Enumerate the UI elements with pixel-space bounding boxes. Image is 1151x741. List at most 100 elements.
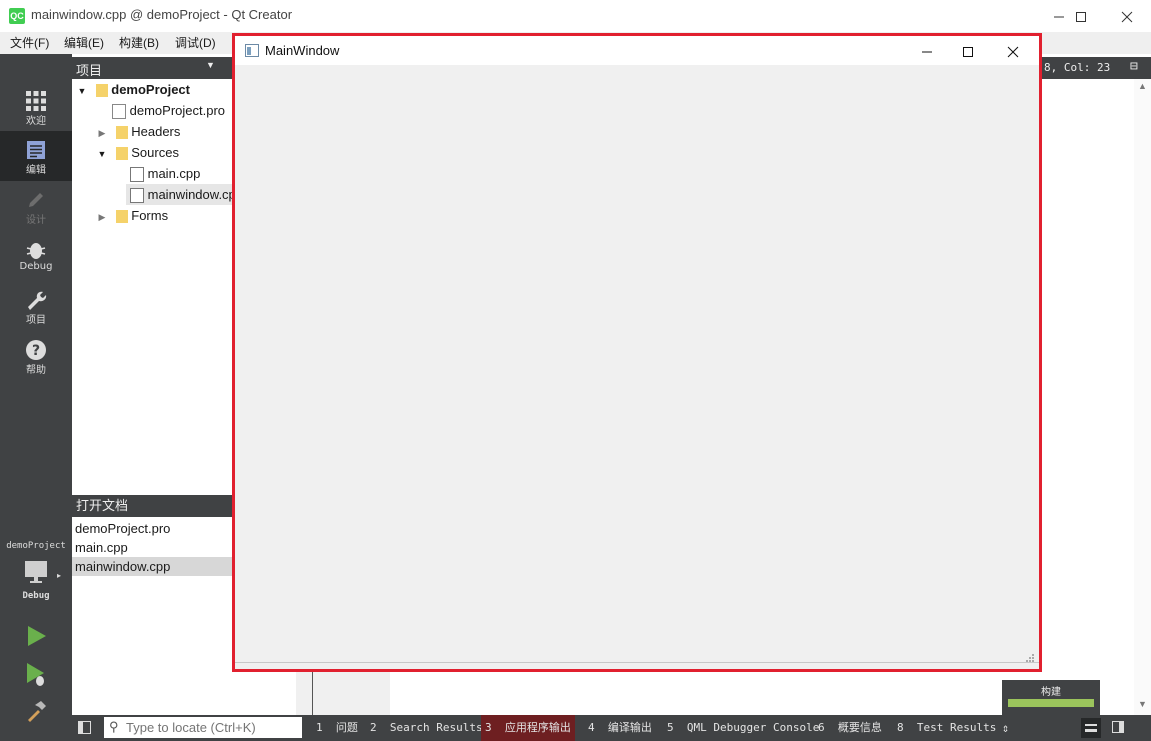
grid-icon	[26, 91, 46, 111]
build-progress: 构建	[1002, 680, 1100, 715]
pencil-icon	[29, 193, 43, 207]
view-dropdown-icon[interactable]: ▼	[206, 60, 215, 70]
tree-item-label: demoProject	[111, 82, 190, 97]
tree-item-sources[interactable]: ▼ Sources	[92, 142, 179, 163]
tab-search-results[interactable]: 2 Search Results	[370, 715, 483, 741]
open-documents-header: 打开文档	[72, 495, 232, 517]
close-icon	[1007, 46, 1019, 57]
tab-general-messages[interactable]: 6 概要信息	[818, 715, 882, 741]
maximize-button[interactable]	[1058, 0, 1104, 32]
toggle-sidebar-icon[interactable]	[78, 721, 91, 734]
open-documents-title: 打开文档	[76, 498, 129, 513]
edit-doc-icon	[27, 141, 45, 159]
bug-icon	[26, 243, 46, 259]
project-folder-icon	[95, 84, 108, 98]
run-icon	[28, 626, 46, 646]
tree-item-forms[interactable]: ▶ Forms	[92, 205, 168, 226]
editor-bottom-area	[296, 665, 390, 715]
menu-edit[interactable]: 编辑(E)	[64, 32, 104, 54]
cursor-position: 8, Col: 23	[1044, 61, 1111, 74]
tree-item-label: Headers	[131, 124, 181, 139]
scroll-down-icon[interactable]: ▼	[1138, 699, 1147, 709]
kit-config: Debug	[22, 591, 50, 601]
scroll-up-icon[interactable]: ▲	[1138, 81, 1147, 91]
open-doc-item[interactable]: main.cpp	[72, 538, 232, 557]
kit-project-name: demoProject	[6, 541, 66, 551]
main-window-close-button[interactable]	[990, 36, 1036, 65]
close-button[interactable]	[1104, 0, 1150, 32]
mode-label: 项目	[26, 315, 46, 326]
tree-item-label: Sources	[131, 145, 179, 160]
more-tabs-icon[interactable]: ⇕	[1002, 715, 1009, 741]
mode-label: 帮助	[26, 365, 46, 376]
mode-label: 设计	[26, 215, 46, 226]
hammer-icon	[28, 701, 46, 722]
mode-help[interactable]: ? 帮助	[0, 331, 72, 381]
progress-details-button[interactable]	[1081, 718, 1101, 738]
editor-toolbar: 8, Col: 23 ⊟	[1038, 57, 1151, 79]
locator-input[interactable]	[126, 718, 298, 736]
window-title: mainwindow.cpp @ demoProject - Qt Creato…	[31, 7, 293, 22]
tree-item-main-cpp[interactable]: main.cpp	[130, 163, 200, 184]
kit-selector[interactable]: ▸ Debug	[0, 555, 72, 605]
toggle-right-sidebar-icon[interactable]	[1112, 721, 1124, 733]
debug-run-icon	[27, 663, 44, 686]
open-doc-item[interactable]: mainwindow.cpp	[72, 557, 232, 576]
tab-application-output[interactable]: 3 应用程序输出	[481, 715, 575, 741]
project-panel-header: 项目 ▼	[72, 57, 232, 79]
editor-scrollbar[interactable]: ▲ ▼	[1134, 79, 1151, 715]
size-grip-icon[interactable]	[1025, 653, 1035, 663]
forms-folder-icon	[115, 210, 128, 224]
main-window-maximize-button[interactable]	[945, 36, 991, 65]
tab-qml-debugger-console[interactable]: 5 QML Debugger Console	[667, 715, 819, 741]
split-icon[interactable]: ⊟	[1130, 59, 1138, 74]
mode-edit[interactable]: 编辑	[0, 131, 72, 181]
main-window-minimize-button[interactable]	[904, 36, 950, 65]
locator[interactable]: ⚲	[104, 717, 302, 738]
open-documents-list: demoProject.pro main.cpp mainwindow.cpp	[72, 517, 232, 715]
tree-item-demoproject[interactable]: ▼ demoProject	[72, 79, 190, 100]
tab-test-results[interactable]: 8 Test Results	[897, 715, 996, 741]
qt-creator-logo-icon: QC	[9, 8, 25, 24]
maximize-icon	[963, 46, 973, 57]
main-window-statusbar-line	[235, 662, 1039, 663]
search-icon: ⚲	[109, 719, 119, 734]
tab-compile-output[interactable]: 4 编译输出	[588, 715, 652, 741]
main-window: MainWindow	[232, 33, 1042, 672]
maximize-icon	[1076, 12, 1086, 23]
tree-item-pro-file[interactable]: demoProject.pro	[112, 100, 225, 121]
close-icon	[1121, 11, 1133, 23]
menu-file[interactable]: 文件(F)	[10, 32, 49, 54]
menu-debug[interactable]: 调试(D)	[175, 32, 216, 54]
collapse-icon[interactable]: ▼	[92, 144, 112, 165]
tree-item-label: Forms	[131, 208, 169, 223]
svg-text:?: ?	[32, 343, 40, 359]
build-progress-track	[1008, 699, 1094, 707]
collapse-icon[interactable]: ▼	[72, 81, 92, 102]
project-tree: ▼ demoProject demoProject.pro ▶ Headers …	[72, 79, 243, 494]
tree-item-label: main.cpp	[147, 166, 201, 181]
mode-debug[interactable]: Debug	[0, 231, 72, 281]
tree-item-label: mainwindow.cpp	[147, 187, 244, 202]
app-window-icon	[245, 44, 259, 57]
headers-folder-icon	[115, 126, 128, 140]
cpp-file-icon	[130, 167, 144, 183]
main-window-titlebar: MainWindow	[235, 36, 1039, 65]
menu-build[interactable]: 构建(B)	[119, 32, 159, 54]
mode-design[interactable]: 设计	[0, 181, 72, 231]
build-progress-fill	[1008, 699, 1094, 707]
build-button[interactable]	[24, 699, 48, 723]
tree-item-mainwindow-cpp[interactable]: mainwindow.cpp	[126, 184, 243, 205]
tab-issues[interactable]: 1 问题	[316, 715, 358, 741]
open-doc-item[interactable]: demoProject.pro	[72, 519, 232, 538]
main-window-title: MainWindow	[265, 43, 340, 58]
tree-item-label: demoProject.pro	[129, 103, 226, 118]
build-label: 构建	[1041, 687, 1061, 698]
mode-welcome[interactable]: 欢迎	[0, 82, 72, 132]
expand-icon[interactable]: ▶	[92, 207, 112, 228]
expand-icon[interactable]: ▶	[92, 123, 112, 144]
tree-item-headers[interactable]: ▶ Headers	[92, 121, 180, 142]
run-button[interactable]	[24, 624, 48, 648]
mode-projects[interactable]: 项目	[0, 281, 72, 331]
debug-run-button[interactable]	[24, 661, 48, 687]
